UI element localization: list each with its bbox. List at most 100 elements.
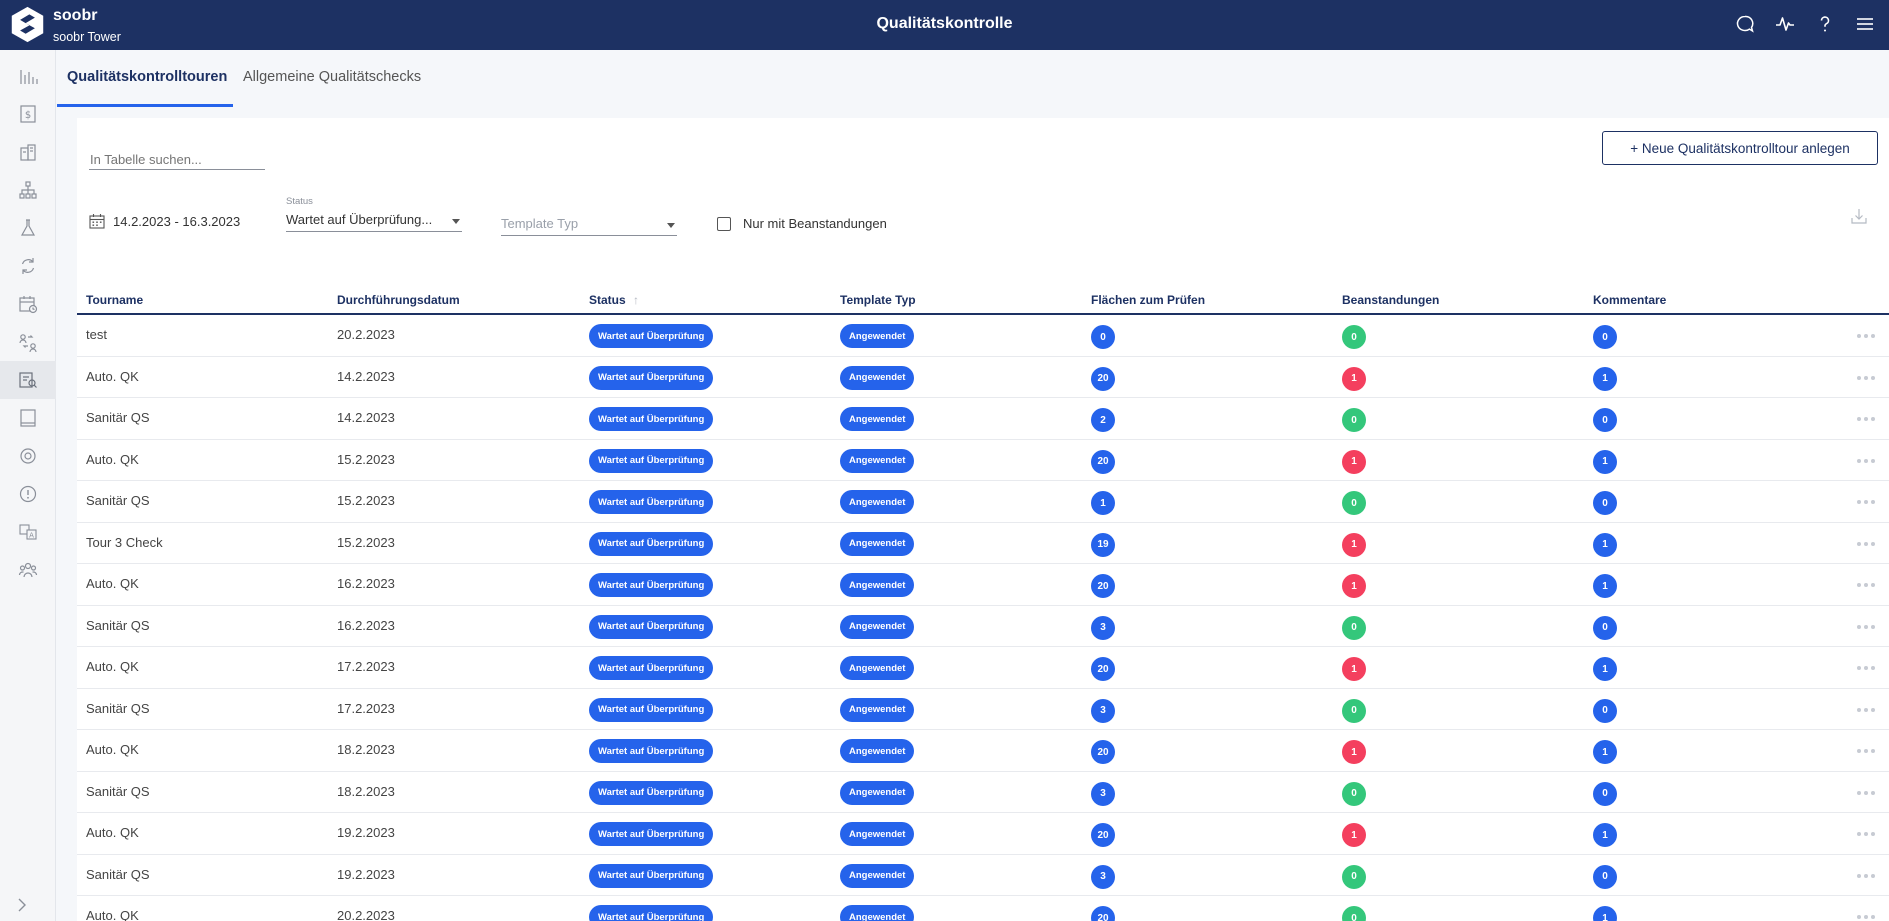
more-options-icon[interactable] — [1857, 832, 1875, 836]
flaechen-count-badge: 1 — [1091, 491, 1115, 515]
status-select[interactable]: Status Wartet auf Überprüfung... — [286, 196, 462, 232]
table-row[interactable]: Auto. QK 18.2.2023 Wartet auf Überprüfung A… — [77, 730, 1889, 772]
more-options-icon[interactable] — [1857, 375, 1875, 380]
template-badge: Angewendet — [840, 739, 915, 763]
kommentare-count-badge: 1 — [1593, 532, 1617, 557]
sidebar-item-sensors[interactable] — [0, 437, 56, 475]
table-row[interactable]: Sanitär QS 19.2.2023 Wartet auf Überprüfun… — [77, 855, 1889, 896]
template-badge: Angewendet — [840, 905, 915, 921]
date-cell: 18.2.2023 — [337, 742, 395, 757]
more-options-icon[interactable] — [1857, 583, 1875, 587]
sidebar-item-translations[interactable]: A — [0, 513, 56, 551]
sidebar-item-lab[interactable] — [0, 209, 56, 247]
sidebar: $ A — [0, 50, 56, 921]
activity-icon[interactable] — [1775, 14, 1795, 34]
table-row[interactable]: Sanitär QS 16.2.2023 Wartet auf Überprüfun… — [77, 606, 1889, 647]
status-badge: Wartet auf Überprüfung — [589, 324, 714, 348]
date-range-picker[interactable]: 14.2.2023 - 16.3.2023 — [89, 213, 240, 229]
download-icon[interactable] — [1849, 206, 1869, 226]
template-badge: Angewendet — [840, 531, 915, 556]
more-options-icon[interactable] — [1857, 334, 1875, 338]
template-badge: Angewendet — [840, 822, 915, 846]
tab-qualitaetskontrolltouren[interactable]: Qualitätskontrolltouren — [67, 69, 227, 107]
date-cell: 16.2.2023 — [337, 576, 395, 591]
more-options-icon[interactable] — [1857, 707, 1875, 712]
sidebar-item-teams[interactable] — [0, 551, 56, 589]
column-header-tourname[interactable]: Tourname — [86, 293, 143, 307]
sidebar-item-quality-control[interactable] — [0, 361, 56, 399]
tourname-cell: Sanitär QS — [86, 783, 150, 799]
table-row[interactable]: Auto. QK 14.2.2023 Wartet auf Überprüfung A… — [77, 357, 1889, 398]
sidebar-item-cycles[interactable] — [0, 247, 56, 285]
tourname-cell: Auto. QK — [86, 659, 139, 674]
table-row[interactable]: Sanitär QS 15.2.2023 Wartet auf Überprüfun… — [77, 481, 1889, 523]
tenant-name[interactable]: soobr Tower — [53, 30, 121, 44]
date-cell: 16.2.2023 — [337, 617, 395, 633]
date-cell: 15.2.2023 — [337, 534, 395, 550]
new-tour-button[interactable]: + Neue Qualitätskontrolltour anlegen — [1602, 131, 1878, 165]
table-row[interactable]: Auto. QK 20.2.2023 Wartet auf Überprüfung A… — [77, 896, 1889, 921]
table-row[interactable]: Auto. QK 15.2.2023 Wartet auf Überprüfung A… — [77, 440, 1889, 481]
column-header-status-label: Status — [589, 293, 626, 307]
sidebar-item-buildings[interactable] — [0, 133, 56, 171]
table-row[interactable]: Sanitär QS 17.2.2023 Wartet auf Überprüfun… — [77, 689, 1889, 730]
refresh-cycle-icon — [21, 258, 35, 274]
column-header-template-typ[interactable]: Template Typ — [840, 293, 916, 307]
template-type-select[interactable]: Template Typ — [501, 211, 677, 236]
column-header-flaechen[interactable]: Flächen zum Prüfen — [1091, 293, 1205, 307]
expand-sidebar-icon[interactable] — [12, 895, 32, 915]
table-row[interactable]: Tour 3 Check 15.2.2023 Wartet auf Überprüf… — [77, 523, 1889, 564]
sidebar-item-assignments[interactable] — [0, 323, 56, 361]
checkbox[interactable] — [717, 216, 731, 231]
beanstandungen-count-badge: 0 — [1342, 781, 1366, 806]
only-with-complaints-filter[interactable]: Nur mit Beanstandungen — [717, 216, 887, 231]
more-options-icon[interactable] — [1857, 500, 1875, 504]
more-options-icon[interactable] — [1857, 666, 1875, 670]
sidebar-item-incidents[interactable] — [0, 475, 56, 513]
more-options-icon[interactable] — [1857, 417, 1875, 421]
more-options-icon[interactable] — [1857, 541, 1875, 546]
table-row[interactable]: Sanitär QS 14.2.2023 Wartet auf Überprüfun… — [77, 398, 1889, 440]
flaechen-count-badge: 3 — [1091, 615, 1115, 640]
column-header-date[interactable]: Durchführungsdatum — [337, 293, 460, 307]
table-row[interactable]: test 20.2.2023 Wartet auf Überprüfung Angew… — [77, 315, 1889, 357]
more-options-icon[interactable] — [1857, 749, 1875, 753]
more-options-icon[interactable] — [1857, 624, 1875, 629]
sidebar-item-organization[interactable] — [0, 171, 56, 209]
sidebar-item-schedule[interactable] — [0, 285, 56, 323]
column-header-status[interactable]: Status ↑ — [589, 293, 639, 307]
table-row[interactable]: Auto. QK 16.2.2023 Wartet auf Überprüfung A… — [77, 564, 1889, 606]
status-badge: Wartet auf Überprüfung — [589, 780, 714, 805]
date-cell: 19.2.2023 — [337, 825, 395, 840]
beanstandungen-count-badge: 0 — [1342, 491, 1366, 515]
kommentare-count-badge: 0 — [1593, 615, 1617, 640]
column-header-beanstandungen[interactable]: Beanstandungen — [1342, 293, 1439, 307]
checkbox-label: Nur mit Beanstandungen — [743, 216, 887, 231]
help-icon[interactable] — [1815, 14, 1835, 34]
soobr-logo[interactable] — [9, 6, 46, 43]
table-row[interactable]: Sanitär QS 18.2.2023 Wartet auf Überprüfun… — [77, 772, 1889, 813]
more-options-icon[interactable] — [1857, 915, 1875, 919]
search-input[interactable] — [89, 148, 265, 170]
more-options-icon[interactable] — [1857, 790, 1875, 795]
table-row[interactable]: Auto. QK 19.2.2023 Wartet auf Überprüfung A… — [77, 813, 1889, 855]
column-header-kommentare[interactable]: Kommentare — [1593, 293, 1666, 307]
sidebar-item-devices[interactable] — [0, 399, 56, 437]
svg-text:A: A — [29, 532, 34, 540]
chat-icon[interactable] — [1735, 14, 1755, 34]
translate-icon: A — [19, 524, 37, 540]
tab-bar: Qualitätskontrolltouren Allgemeine Quali… — [57, 50, 1889, 107]
beanstandungen-count-badge: 1 — [1342, 657, 1366, 681]
tab-allgemeine-qualitaetschecks[interactable]: Allgemeine Qualitätschecks — [243, 69, 421, 107]
tablet-icon — [20, 409, 36, 427]
kommentare-count-badge: 0 — [1593, 491, 1617, 515]
sidebar-item-statistics[interactable] — [0, 57, 56, 95]
more-options-icon[interactable] — [1857, 458, 1875, 463]
tourname-cell: Auto. QK — [86, 908, 139, 921]
beanstandungen-count-badge: 0 — [1342, 325, 1366, 349]
status-label: Status — [286, 196, 313, 207]
more-options-icon[interactable] — [1857, 873, 1875, 878]
table-row[interactable]: Auto. QK 17.2.2023 Wartet auf Überprüfung A… — [77, 647, 1889, 689]
menu-icon[interactable] — [1855, 14, 1875, 34]
sidebar-item-finance[interactable]: $ — [0, 95, 56, 133]
